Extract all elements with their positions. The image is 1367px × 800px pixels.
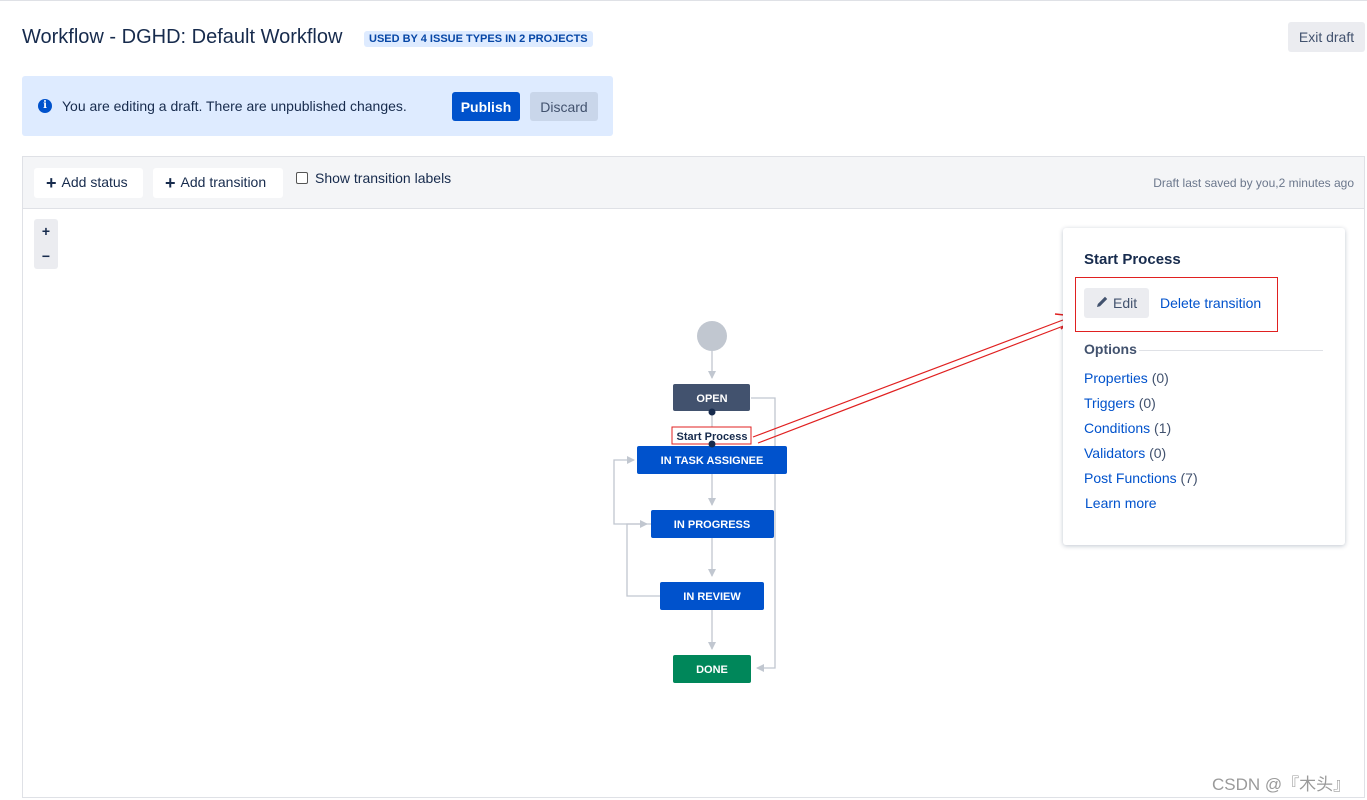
status-done-label: DONE — [696, 664, 728, 676]
transition-handle-top[interactable] — [708, 408, 716, 416]
transition-title: Start Process — [1084, 251, 1181, 268]
option-validators[interactable]: Validators (0) — [1084, 445, 1198, 470]
annotation-highlight-box — [1075, 277, 1278, 332]
transition-handle-bottom[interactable] — [708, 440, 716, 448]
status-in-task-assignee-label: IN TASK ASSIGNEE — [661, 455, 764, 467]
option-post-functions-count: (7) — [1180, 470, 1198, 486]
option-properties-link[interactable]: Properties — [1084, 370, 1148, 386]
option-triggers-link[interactable]: Triggers — [1084, 395, 1135, 411]
status-in-task-assignee[interactable]: IN TASK ASSIGNEE — [637, 446, 787, 474]
option-conditions[interactable]: Conditions (1) — [1084, 420, 1198, 445]
options-list: Properties (0) Triggers (0) Conditions (… — [1084, 370, 1198, 495]
status-in-review[interactable]: IN REVIEW — [660, 582, 764, 610]
options-heading: Options — [1084, 341, 1137, 357]
annotation-arrow — [752, 313, 1075, 444]
option-triggers-count: (0) — [1138, 395, 1156, 411]
option-conditions-link[interactable]: Conditions — [1084, 420, 1150, 436]
option-post-functions-link[interactable]: Post Functions — [1084, 470, 1177, 486]
transition-side-panel: Start Process Edit Delete transition Opt… — [1063, 228, 1345, 545]
status-open[interactable]: OPEN — [673, 384, 750, 411]
option-properties[interactable]: Properties (0) — [1084, 370, 1198, 395]
status-in-progress[interactable]: IN PROGRESS — [651, 510, 774, 538]
option-properties-count: (0) — [1151, 370, 1169, 386]
status-done[interactable]: DONE — [673, 655, 751, 683]
option-conditions-count: (1) — [1154, 420, 1172, 436]
option-validators-count: (0) — [1149, 445, 1167, 461]
option-triggers[interactable]: Triggers (0) — [1084, 395, 1198, 420]
status-open-label: OPEN — [696, 393, 727, 405]
options-divider — [1139, 350, 1323, 351]
start-node[interactable] — [697, 321, 727, 351]
watermark: CSDN @『木头』 — [1212, 775, 1351, 794]
learn-more-link[interactable]: Learn more — [1085, 495, 1157, 511]
option-validators-link[interactable]: Validators — [1084, 445, 1145, 461]
status-in-progress-label: IN PROGRESS — [674, 519, 750, 531]
status-in-review-label: IN REVIEW — [683, 591, 741, 603]
option-post-functions[interactable]: Post Functions (7) — [1084, 470, 1198, 495]
